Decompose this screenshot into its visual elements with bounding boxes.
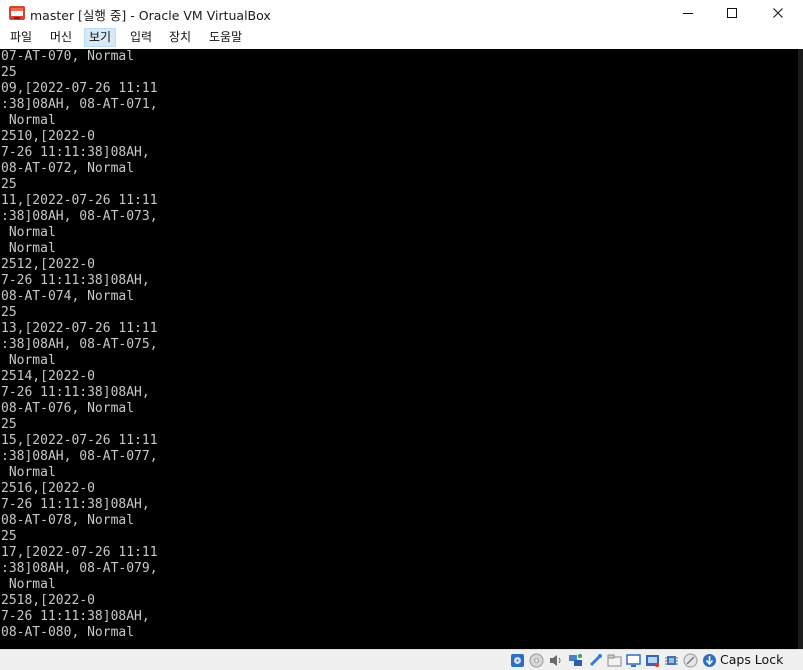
terminal-line: 7-26 11:11:38]08AH,	[1, 609, 150, 624]
terminal-line: 2510,[2022-0	[1, 129, 95, 144]
screen-edge	[798, 49, 803, 649]
terminal-line: 7-26 11:11:38]08AH,	[1, 385, 150, 400]
terminal-line: Normal	[1, 465, 56, 480]
terminal-line: 13,[2022-07-26 11:11	[1, 321, 158, 336]
terminal-line: 7-26 11:11:38]08AH,	[1, 497, 150, 512]
terminal-line: 09,[2022-07-26 11:11	[1, 81, 158, 96]
menu-help[interactable]: 도움말	[205, 28, 246, 47]
cpu-icon[interactable]	[664, 653, 679, 668]
window-title: master [실행 중] - Oracle VM VirtualBox	[30, 8, 271, 23]
terminal-line: Normal	[1, 241, 56, 256]
title-bar[interactable]: master [실행 중] - Oracle VM VirtualBox	[0, 0, 803, 26]
menu-file[interactable]: 파일	[6, 28, 36, 47]
keyboard-capture-icon[interactable]	[702, 653, 717, 668]
terminal-line: 25	[1, 529, 17, 544]
terminal-line: 11,[2022-07-26 11:11	[1, 193, 158, 208]
terminal-line: :38]08AH, 08-AT-071,	[1, 97, 158, 112]
terminal-line: 7-26 11:11:38]08AH,	[1, 273, 150, 288]
maximize-icon	[727, 8, 737, 18]
terminal-line: 2518,[2022-0	[1, 593, 95, 608]
terminal-line: 08-AT-078, Normal	[1, 513, 135, 528]
close-icon	[773, 8, 783, 18]
hard-disk-icon[interactable]	[510, 653, 525, 668]
terminal-line: 08-AT-080, Normal	[1, 625, 135, 640]
virtualbox-app-icon	[9, 6, 25, 20]
menu-view[interactable]: 보기	[84, 28, 117, 47]
terminal-line: 07-AT-070, Normal	[1, 49, 135, 64]
vm-screen[interactable]: 07-AT-070, Normal 25 09,[2022-07-26 11:11:…	[0, 49, 803, 649]
shared-folder-icon[interactable]	[607, 653, 622, 668]
caps-lock-indicator: Caps Lock	[720, 652, 784, 667]
terminal-line: :38]08AH, 08-AT-079,	[1, 561, 158, 576]
mouse-integration-icon[interactable]	[683, 653, 698, 668]
menu-bar: 파일 머신 보기 입력 장치 도움말	[0, 26, 803, 49]
status-bar: Caps Lock	[0, 649, 803, 670]
network-icon[interactable]	[568, 653, 583, 668]
terminal-line: 25	[1, 177, 17, 192]
minimize-icon	[683, 13, 693, 14]
terminal-line: 2512,[2022-0	[1, 257, 95, 272]
terminal-line: 25	[1, 65, 17, 80]
terminal-line: :38]08AH, 08-AT-073,	[1, 209, 158, 224]
audio-icon[interactable]	[548, 653, 563, 668]
terminal-line: 25	[1, 417, 17, 432]
terminal-line: 7-26 11:11:38]08AH,	[1, 145, 150, 160]
terminal-line: 17,[2022-07-26 11:11	[1, 545, 158, 560]
minimize-button[interactable]	[665, 0, 711, 26]
menu-input[interactable]: 입력	[126, 28, 156, 47]
terminal-line: 25	[1, 305, 17, 320]
menu-devices[interactable]: 장치	[165, 28, 195, 47]
terminal-line: Normal	[1, 577, 56, 592]
terminal-output: 07-AT-070, Normal 25 09,[2022-07-26 11:11:…	[1, 49, 158, 641]
terminal-line: :38]08AH, 08-AT-075,	[1, 337, 158, 352]
video-capture-icon[interactable]	[645, 653, 660, 668]
menu-machine[interactable]: 머신	[46, 28, 76, 47]
display-icon[interactable]	[626, 653, 641, 668]
optical-drive-icon[interactable]	[529, 653, 544, 668]
terminal-line: 2514,[2022-0	[1, 369, 95, 384]
terminal-line: 2516,[2022-0	[1, 481, 95, 496]
terminal-line: :38]08AH, 08-AT-077,	[1, 449, 158, 464]
terminal-line: Normal	[1, 353, 56, 368]
close-button[interactable]	[755, 0, 801, 26]
terminal-line: Normal	[1, 113, 56, 128]
usb-icon[interactable]	[588, 653, 603, 668]
terminal-line: Normal	[1, 225, 56, 240]
terminal-line: 08-AT-074, Normal	[1, 289, 135, 304]
terminal-line: 08-AT-076, Normal	[1, 401, 135, 416]
terminal-line: 08-AT-072, Normal	[1, 161, 135, 176]
maximize-button[interactable]	[709, 0, 755, 26]
terminal-line: 15,[2022-07-26 11:11	[1, 433, 158, 448]
